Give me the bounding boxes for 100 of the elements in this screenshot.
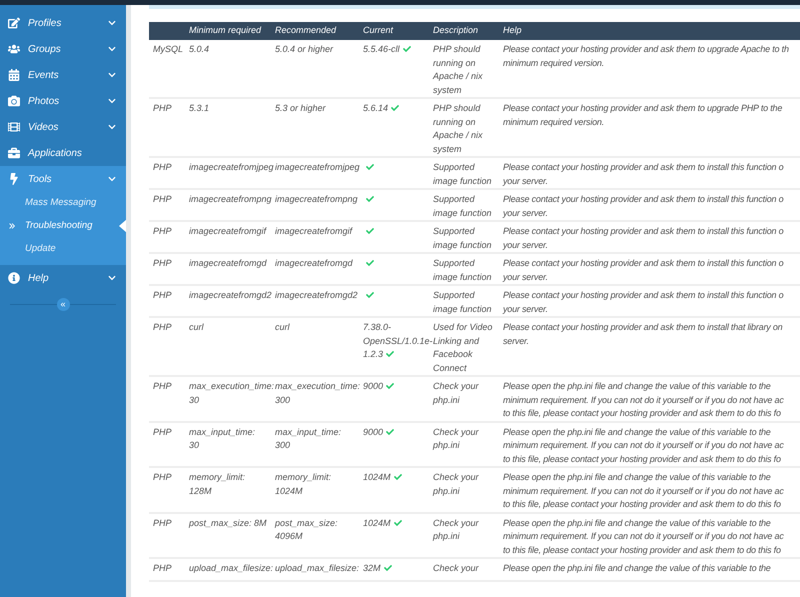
table-cell: max_input_time: 300 bbox=[275, 426, 342, 450]
sidebar-label: Videos bbox=[28, 120, 60, 134]
sidebar-item[interactable]: Groups bbox=[0, 36, 126, 62]
table-cell: 1024M bbox=[363, 518, 391, 528]
table-cell: imagecreatefromgif bbox=[189, 226, 266, 236]
help-text-line: Please contact your hosting provider and ask them to install this function o bbox=[503, 161, 784, 174]
help-text-line: Please open the php.ini file and change the value of this variable to the bbox=[503, 380, 771, 393]
table-cell: 5.6.14 bbox=[363, 103, 388, 113]
column-header: Recommended bbox=[275, 25, 336, 36]
sidebar-label: Photos bbox=[28, 94, 60, 108]
help-text-line: Please open the php.ini file and change the value of this variable to the bbox=[503, 471, 771, 484]
table-cell: Supported image function bbox=[433, 162, 492, 186]
help-text-line: your server. bbox=[503, 174, 548, 188]
table-cell: Check your php.ini bbox=[433, 472, 479, 496]
sidebar-item[interactable]: Profiles bbox=[0, 10, 126, 36]
sidebar-item[interactable]: Videos bbox=[0, 114, 126, 140]
info-icon bbox=[8, 272, 20, 284]
table-cell: Used for Video Linking and Facebook Connect bbox=[433, 322, 492, 372]
sidebar-label: Profiles bbox=[28, 16, 62, 30]
column-header: Description bbox=[433, 25, 478, 36]
chevron-down-icon bbox=[108, 19, 116, 27]
help-text-line: minimum requirement. If you can not do it yourself or if you do not have ac bbox=[503, 439, 784, 452]
help-text-line: your server. bbox=[503, 302, 548, 316]
table-cell: imagecreatefromgd bbox=[275, 258, 353, 268]
table-cell: imagecreatefrompng bbox=[275, 194, 358, 204]
help-text-line: minimum required version. bbox=[503, 116, 604, 129]
help-text-line: Please contact your hosting provider and ask them to install this function o bbox=[503, 193, 784, 206]
help-text-line: Please contact your hosting provider and ask them to install this function o bbox=[503, 225, 784, 238]
sidebar-item[interactable]: Tools bbox=[0, 166, 126, 192]
people-icon bbox=[8, 43, 20, 55]
table-cell: PHP bbox=[153, 194, 172, 204]
table-cell: Supported image function bbox=[433, 258, 492, 282]
table-cell: memory_limit: 128M bbox=[189, 472, 246, 496]
help-text-line: your server. bbox=[503, 238, 548, 252]
table-cell: PHP bbox=[153, 472, 172, 482]
help-text-line: minimum requirement. If you can not do it yourself or if you do not have ac bbox=[503, 394, 784, 407]
sidebar-item[interactable]: Help bbox=[0, 265, 126, 291]
table-cell: max_execution_time: 300 bbox=[275, 381, 360, 404]
help-text-line: Please contact your hosting provider and ask them to upgrade Apache to th bbox=[503, 43, 789, 56]
sidebar-label: Events bbox=[28, 68, 60, 82]
table-cell: Check your php.ini bbox=[433, 518, 479, 541]
table-cell: imagecreatefrompng bbox=[189, 194, 272, 204]
help-text-line: Please contact your hosting provider and ask them to install that library on bbox=[503, 321, 782, 334]
chevron-down-icon bbox=[108, 175, 116, 183]
help-text-line: Please open the php.ini file and change the value of this variable to the bbox=[503, 516, 771, 530]
table-cell: PHP bbox=[153, 162, 172, 172]
table-cell: PHP bbox=[153, 381, 172, 391]
chevron-down-icon bbox=[108, 71, 116, 79]
table-cell: max_input_time: 30 bbox=[189, 426, 256, 450]
chevron-down-icon bbox=[108, 97, 116, 105]
table-cell: curl bbox=[189, 322, 204, 332]
table-cell: upload_max_filesize: bbox=[189, 563, 274, 573]
sidebar-label: Help bbox=[28, 272, 50, 286]
collapse-button[interactable]: « bbox=[56, 298, 70, 310]
help-text-line: Please contact your hosting provider and ask them to install this function o bbox=[503, 289, 784, 302]
help-text-line: to this file, please contact your hosting provider and ask them to do this fo bbox=[503, 544, 781, 557]
selection-pointer-icon bbox=[119, 219, 126, 233]
table-cell: imagecreatefromjpeg bbox=[189, 162, 274, 172]
table-cell: Check your php.ini bbox=[433, 381, 479, 404]
table-cell: 5.0.4 or higher bbox=[275, 44, 334, 54]
chevron-down-icon bbox=[108, 45, 116, 53]
submenu-item[interactable]: Mass Messaging bbox=[25, 196, 96, 211]
sidebar-label: Tools bbox=[28, 172, 53, 186]
help-text-line: minimum requirement. If you can not do it yourself or if you do not have ac bbox=[503, 530, 784, 543]
table-cell: upload_max_filesize: bbox=[275, 563, 360, 573]
help-text-line: your server. bbox=[503, 206, 548, 220]
table-cell: 32M bbox=[363, 563, 381, 573]
table-cell: 9000 bbox=[363, 381, 384, 391]
table-cell: imagecreatefromjpeg bbox=[275, 162, 360, 172]
table-cell: imagecreatefromgd2 bbox=[189, 290, 272, 300]
calendar-icon bbox=[8, 69, 20, 81]
sidebar-label: Groups bbox=[28, 42, 62, 56]
table-cell: PHP bbox=[153, 563, 172, 573]
column-header: Current bbox=[363, 25, 394, 36]
table-cell: Check your php.ini bbox=[433, 426, 479, 450]
help-text-line: Please open the php.ini file and change the value of this variable to the bbox=[503, 562, 771, 575]
table-cell: Check your bbox=[433, 563, 479, 573]
submenu-item[interactable]: Troubleshooting bbox=[25, 219, 92, 234]
table-cell: imagecreatefromgif bbox=[275, 226, 352, 236]
table-cell: memory_limit: 1024M bbox=[275, 472, 332, 496]
table-cell: 7.38.0-OpenSSL/1.0.1e-1.2.3 bbox=[363, 322, 433, 359]
table-cell: imagecreatefromgd2 bbox=[275, 290, 358, 300]
table-cell: PHP bbox=[153, 322, 172, 332]
help-text-line: Please contact your hosting provider and ask them to install this function o bbox=[503, 257, 784, 270]
table-cell: imagecreatefromgd bbox=[189, 258, 267, 268]
sidebar-item[interactable]: Events bbox=[0, 62, 126, 88]
table-cell: Supported image function bbox=[433, 290, 492, 314]
chevron-down-icon bbox=[108, 274, 116, 282]
sidebar-item[interactable]: Applications bbox=[0, 140, 126, 166]
table-cell: post_max_size: 8M bbox=[189, 518, 267, 528]
help-text-line: server. bbox=[503, 334, 529, 348]
table-cell: Supported image function bbox=[433, 226, 492, 250]
sidebar-item[interactable]: Photos bbox=[0, 88, 126, 114]
table-cell: 5.3.1 bbox=[189, 103, 210, 113]
help-text-line: minimum required version. bbox=[503, 56, 604, 70]
help-text-line: Please open the php.ini file and change the value of this variable to the bbox=[503, 426, 771, 439]
table-cell: MySQL bbox=[153, 44, 184, 54]
table-cell: 5.5.46-cll bbox=[363, 44, 400, 54]
submenu-item[interactable]: Update bbox=[25, 242, 56, 257]
table-cell: PHP bbox=[153, 258, 172, 268]
